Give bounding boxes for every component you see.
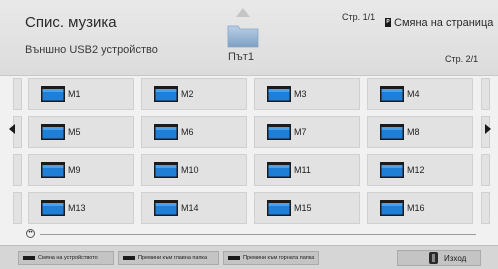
folder-icon bbox=[380, 124, 404, 140]
folder-label: M2 bbox=[181, 89, 194, 99]
folder-tile[interactable]: M5 bbox=[28, 116, 134, 148]
folder-label: M5 bbox=[68, 127, 81, 137]
folder-icon bbox=[41, 124, 65, 140]
change-page-label: Смяна на страница bbox=[394, 17, 494, 29]
folder-icon bbox=[380, 86, 404, 102]
change-page-hint[interactable]: P Смяна на страница bbox=[385, 17, 493, 29]
red-key-icon bbox=[23, 256, 35, 260]
folder-icon bbox=[41, 162, 65, 178]
scroll-track[interactable] bbox=[40, 234, 476, 235]
previous-arrow-icon[interactable] bbox=[9, 124, 15, 134]
up-arrow-icon[interactable] bbox=[236, 8, 250, 17]
page-indicator-right: Стр. 2/1 bbox=[445, 54, 479, 64]
folder-label: M12 bbox=[407, 165, 425, 175]
folder-tile[interactable]: M1 bbox=[28, 78, 134, 110]
folder-tile[interactable]: M2 bbox=[141, 78, 247, 110]
folder-label: M9 bbox=[68, 165, 81, 175]
folder-icon bbox=[267, 124, 291, 140]
exit-key-icon bbox=[429, 252, 438, 264]
folder-icon bbox=[41, 200, 65, 216]
folder-label: M7 bbox=[294, 127, 307, 137]
folder-icon bbox=[267, 200, 291, 216]
left-edge-column bbox=[13, 78, 22, 224]
folder-tile[interactable]: M10 bbox=[141, 154, 247, 186]
path-label: Път1 bbox=[228, 51, 254, 63]
folder-tile[interactable]: M3 bbox=[254, 78, 360, 110]
footer-bar: Смяна на устройството Премини към главна… bbox=[0, 245, 498, 269]
change-device-button[interactable]: Смяна на устройството bbox=[18, 251, 114, 265]
folder-label: M3 bbox=[294, 89, 307, 99]
device-label: Външно USB2 устройство bbox=[25, 44, 158, 56]
exit-button[interactable]: Изход bbox=[397, 250, 481, 266]
folder-icon bbox=[267, 162, 291, 178]
folder-tile[interactable]: M9 bbox=[28, 154, 134, 186]
folder-icon bbox=[380, 200, 404, 216]
folder-icon bbox=[154, 162, 178, 178]
green-key-icon bbox=[123, 256, 135, 260]
folder-label: M11 bbox=[294, 165, 311, 175]
folder-tile[interactable]: M15 bbox=[254, 192, 360, 224]
folder-icon bbox=[154, 124, 178, 140]
folder-tile[interactable]: M11 bbox=[254, 154, 360, 186]
folder-icon bbox=[41, 86, 65, 102]
folder-grid: M1 M2 M3 M4 M5 M6 M7 M8 M9 M10 M11 M12 M13 M14 M15 M16 bbox=[28, 78, 476, 224]
folder-tile[interactable]: M7 bbox=[254, 116, 360, 148]
path-folder-icon bbox=[227, 25, 259, 48]
folder-tile[interactable]: M16 bbox=[367, 192, 473, 224]
scroll-indicator-icon: •• bbox=[26, 229, 35, 238]
folder-label: M4 bbox=[407, 89, 420, 99]
folder-label: M15 bbox=[294, 203, 312, 213]
music-list-screen: Спис. музика Външно USB2 устройство Път1… bbox=[0, 0, 498, 269]
folder-icon bbox=[154, 200, 178, 216]
folder-tile[interactable]: M4 bbox=[367, 78, 473, 110]
folder-tile[interactable]: M12 bbox=[367, 154, 473, 186]
go-to-root-folder-label: Премини към главна папка bbox=[138, 255, 208, 261]
folder-label: M13 bbox=[68, 203, 86, 213]
page-indicator-top: Стр. 1/1 bbox=[342, 12, 376, 22]
yellow-key-icon bbox=[228, 256, 240, 260]
folder-tile[interactable]: M6 bbox=[141, 116, 247, 148]
go-to-upper-folder-button[interactable]: Премини към горната папка bbox=[223, 251, 319, 265]
next-arrow-icon[interactable] bbox=[485, 124, 491, 134]
header-bar: Спис. музика Външно USB2 устройство Път1… bbox=[0, 0, 498, 76]
page-key-icon: P bbox=[385, 18, 391, 28]
folder-icon bbox=[154, 86, 178, 102]
folder-label: M6 bbox=[181, 127, 194, 137]
folder-tile[interactable]: M8 bbox=[367, 116, 473, 148]
folder-label: M8 bbox=[407, 127, 420, 137]
exit-label: Изход bbox=[444, 253, 467, 263]
folder-icon bbox=[267, 86, 291, 102]
page-key-label: P bbox=[385, 18, 391, 28]
folder-label: M16 bbox=[407, 203, 425, 213]
go-to-upper-folder-label: Премини към горната папка bbox=[243, 255, 315, 261]
folder-label: M10 bbox=[181, 165, 199, 175]
right-edge-column bbox=[481, 78, 490, 224]
change-device-label: Смяна на устройството bbox=[38, 255, 98, 261]
page-title: Спис. музика bbox=[25, 14, 117, 31]
folder-tile[interactable]: M14 bbox=[141, 192, 247, 224]
folder-icon bbox=[380, 162, 404, 178]
folder-label: M14 bbox=[181, 203, 199, 213]
go-to-root-folder-button[interactable]: Премини към главна папка bbox=[118, 251, 219, 265]
folder-tile[interactable]: M13 bbox=[28, 192, 134, 224]
folder-label: M1 bbox=[68, 89, 81, 99]
